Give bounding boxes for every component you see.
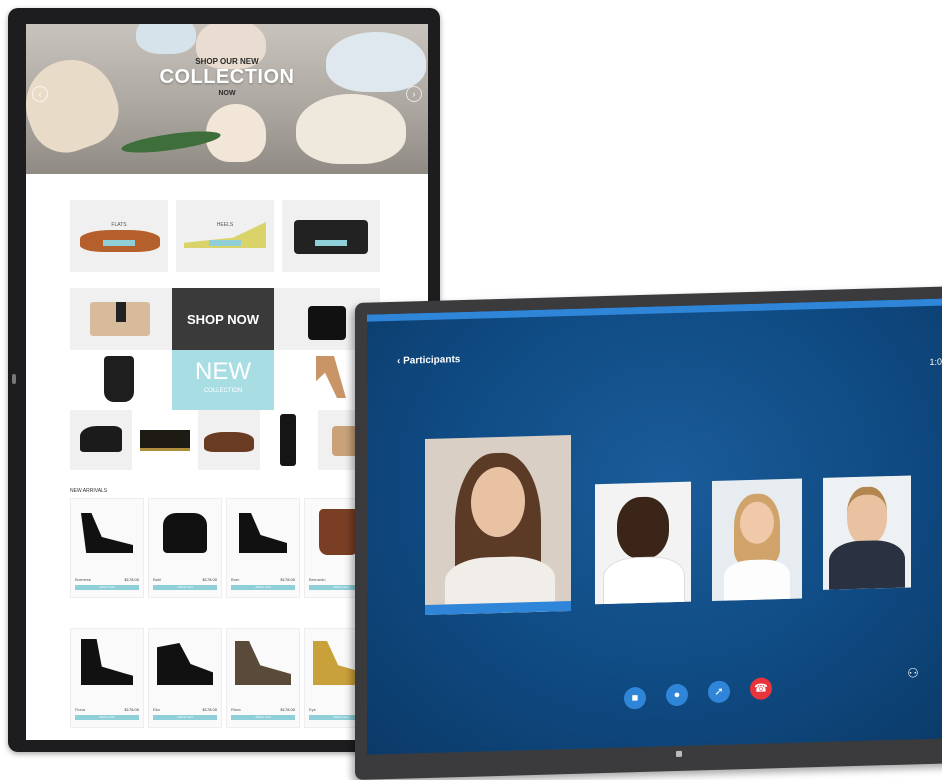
section-title: NEW ARRIVALS (70, 488, 108, 494)
shop-now-banner[interactable]: SHOP NOW (172, 288, 274, 350)
product-name: Bahl (153, 577, 162, 582)
category-label: FLATS (111, 222, 127, 228)
hero-banner[interactable]: ‹ › SHOP OUR NEW COLLECTION NOW (26, 24, 428, 174)
landscape-display: ‹ Participants 1:00 ■ ● ➚ ☎ ⚇ (355, 286, 942, 780)
participant-face (617, 496, 669, 560)
product-name: Rhea (231, 707, 241, 712)
category-button[interactable] (103, 240, 135, 246)
mic-icon[interactable]: ● (666, 683, 688, 707)
product-name: Fiona (75, 707, 86, 712)
promo-tile-clutch[interactable] (70, 288, 172, 350)
participant-face (847, 486, 887, 546)
add-to-cart-label: Add to Cart (177, 585, 193, 589)
product-price: $178.00 (202, 707, 217, 712)
add-to-cart-button[interactable]: Add to Cart (153, 715, 217, 720)
hero-line3: NOW (218, 90, 236, 97)
call-timer: 1:00 (929, 356, 942, 367)
product-name: Bernardo (309, 577, 326, 582)
product-card[interactable]: Ella $178.00 Add to Cart (148, 628, 222, 728)
add-to-cart-button[interactable]: Add to Cart (75, 585, 139, 590)
item-tile[interactable] (198, 410, 260, 470)
tall-boot-icon (280, 414, 296, 466)
add-to-cart-label: Add to Cart (255, 585, 271, 589)
add-to-cart-button[interactable]: Add to Cart (231, 585, 295, 590)
strappy-heel-image (81, 639, 133, 685)
collection-label: COLLECTION (203, 388, 243, 394)
participants-back-button[interactable]: ‹ Participants (397, 354, 460, 367)
black-bootie-image (163, 513, 207, 553)
add-to-cart-label: Add to Cart (177, 715, 193, 719)
product-card[interactable]: Burmese $178.00 Add to Cart (70, 498, 144, 598)
add-to-cart-label: Add to Cart (99, 585, 115, 589)
participant-video[interactable] (595, 481, 691, 605)
video-icon[interactable]: ■ (624, 686, 646, 710)
share-icon[interactable]: ➚ (708, 680, 730, 704)
hero-title: COLLECTION (159, 66, 295, 88)
clutch-strap-icon (116, 302, 126, 322)
product-name: Boer (231, 577, 240, 582)
product-card[interactable]: Boer $178.00 Add to Cart (226, 498, 300, 598)
metallic-heel-image (235, 641, 291, 685)
black-heel-image (239, 513, 287, 553)
loafer-icon (204, 432, 254, 452)
video-call-screen: ‹ Participants 1:00 ■ ● ➚ ☎ ⚇ (367, 297, 942, 755)
add-to-cart-label: Add to Cart (99, 715, 115, 719)
add-to-cart-button[interactable]: Add to Cart (231, 715, 295, 720)
tan-heel-icon (316, 356, 346, 398)
bow-heel-image (296, 94, 406, 164)
product-price: $178.00 (124, 707, 139, 712)
people-icon[interactable]: ⚇ (901, 665, 925, 686)
ankle-boot-icon (104, 356, 134, 402)
participant-video[interactable] (712, 478, 802, 602)
promo-tile-boot[interactable] (70, 350, 172, 410)
blue-shoe-image (136, 24, 196, 54)
product-card[interactable]: Bahl $178.00 Add to Cart (148, 498, 222, 598)
category-tile-heels[interactable]: HEELS (176, 200, 274, 272)
category-tile-flats[interactable]: FLATS (70, 200, 168, 272)
clutch-bag-icon (294, 220, 368, 254)
display-logo (676, 750, 682, 758)
category-tile-bags[interactable] (282, 200, 380, 272)
leaves-image (120, 127, 222, 157)
product-price: $178.00 (202, 577, 217, 582)
product-name: Eye (309, 707, 316, 712)
black-pump-image (81, 513, 133, 553)
main-speaker-video[interactable] (425, 434, 571, 616)
participant-jacket (829, 539, 905, 590)
new-label: NEW (195, 358, 251, 385)
brown-boot-image (319, 509, 359, 555)
product-card[interactable]: Rhea $178.00 Add to Cart (226, 628, 300, 728)
new-collection-banner[interactable]: NEW COLLECTION (172, 350, 274, 410)
end-call-icon[interactable]: ☎ (750, 677, 772, 700)
display-sensor (12, 374, 16, 384)
item-tile[interactable] (262, 410, 316, 470)
participant-shirt (724, 558, 790, 601)
product-name: Burmese (75, 577, 92, 582)
category-button[interactable] (209, 240, 241, 246)
bow-heel-image (157, 643, 213, 685)
product-price: $178.00 (280, 707, 295, 712)
product-card[interactable]: Fiona $178.00 Add to Cart (70, 628, 144, 728)
add-to-cart-label: Add to Cart (255, 715, 271, 719)
item-tile[interactable] (70, 410, 132, 470)
add-to-cart-button[interactable]: Add to Cart (75, 715, 139, 720)
product-name: Ella (153, 707, 160, 712)
participant-video[interactable] (823, 475, 911, 590)
participants-label: Participants (403, 354, 461, 367)
item-tile[interactable] (134, 410, 196, 470)
category-button[interactable] (315, 240, 347, 246)
product-price: $178.00 (280, 577, 295, 582)
product-price: $178.00 (124, 577, 139, 582)
black-handbag-icon (308, 306, 346, 340)
shop-now-label: SHOP NOW (187, 312, 259, 327)
add-to-cart-button[interactable]: Add to Cart (153, 585, 217, 590)
call-top-bar (367, 297, 942, 322)
bootie-icon (80, 426, 122, 452)
gold-clutch-icon (140, 430, 190, 451)
participant-shirt (603, 555, 685, 605)
hero-line1: SHOP OUR NEW (195, 57, 259, 66)
